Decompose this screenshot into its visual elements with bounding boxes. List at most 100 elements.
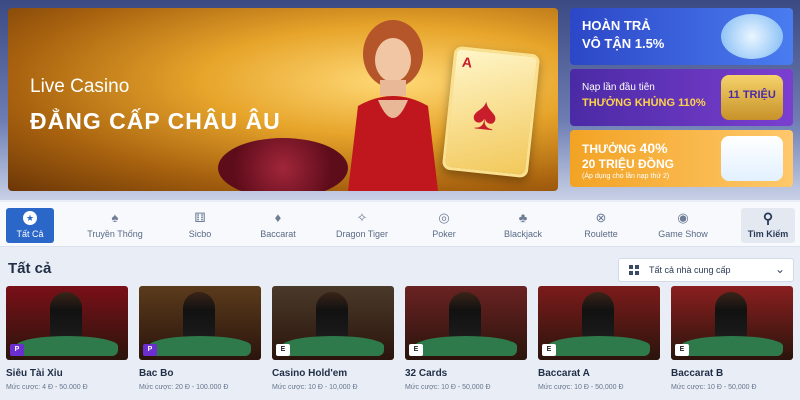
- game-bet-range: Mức cược: 20 Đ - 100.000 Đ: [139, 384, 229, 391]
- game-table-image: [548, 336, 650, 356]
- game-table-image: [282, 336, 384, 356]
- game-card[interactable]: E Baccarat B Mức cược: 10 Đ - 50,000 Đ: [671, 286, 793, 391]
- grid-icon: [629, 265, 639, 275]
- game-bet-range: Mức cược: 10 Đ - 10,000 Đ: [272, 384, 358, 391]
- promo-3-percent: 40%: [639, 140, 668, 156]
- game-card[interactable]: P Siêu Tài Xỉu Mức cược: 4 Đ - 50.000 Đ: [6, 286, 128, 391]
- dealer-image: [50, 292, 82, 338]
- provider-logo-icon: P: [143, 344, 157, 356]
- provider-dropdown-label: Tất cả nhà cung cấp: [649, 265, 731, 275]
- promo-banner-second-deposit[interactable]: THƯỞNG 40% 20 TRIỆU ĐỒNG (Áp dụng cho lầ…: [570, 130, 793, 187]
- promo-3-line-3: (Áp dụng cho lần nạp thứ 2): [582, 173, 670, 180]
- roulette-chips-image: [218, 138, 348, 191]
- promo-1-line-2: VÔ TẬN 1.5%: [582, 36, 665, 51]
- promo-3-line-2: 20 TRIỆU ĐỒNG: [582, 157, 675, 171]
- gift-box-icon: [721, 136, 783, 181]
- game-bet-range: Mức cược: 10 Đ - 50,000 Đ: [405, 384, 491, 391]
- game-card[interactable]: P Bac Bo Mức cược: 20 Đ - 100.000 Đ: [139, 286, 261, 391]
- game-thumbnail[interactable]: P: [6, 286, 128, 360]
- game-bet-range: Mức cược: 4 Đ - 50.000 Đ: [6, 384, 88, 391]
- tab-label: Sicbo: [188, 229, 212, 239]
- tab-poker[interactable]: ◎ Poker: [424, 208, 464, 243]
- provider-logo-icon: P: [10, 344, 24, 356]
- tab-label: Baccarat: [260, 229, 296, 239]
- game-table-image: [149, 336, 251, 356]
- category-bar: ★ Tất Cả ♠ Truyền Thống ⚅ Sicbo ♦ Baccar…: [0, 202, 800, 247]
- baccarat-icon: ♦: [274, 210, 282, 225]
- game-bet-range: Mức cược: 10 Đ - 50,000 Đ: [538, 384, 624, 391]
- promo-2-line-1: Nạp lần đầu tiên: [582, 82, 655, 93]
- tab-dragon-tiger[interactable]: ✧ Dragon Tiger: [334, 208, 390, 243]
- tab-label: Truyền Thống: [87, 229, 143, 239]
- dealer-image: [183, 292, 215, 338]
- provider-logo-icon: E: [276, 344, 290, 356]
- tab-game-show[interactable]: ◉ Game Show: [656, 208, 710, 243]
- provider-dropdown[interactable]: Tất cả nhà cung cấp ⌄: [618, 258, 794, 282]
- hero-banner[interactable]: Live Casino ĐẲNG CẤP CHÂU ÂU A ♠: [8, 8, 558, 191]
- dealer-woman-image: [348, 20, 438, 191]
- dice-icon: ⚅: [194, 210, 206, 225]
- search-button[interactable]: ⚲ Tìm Kiếm: [741, 208, 795, 243]
- game-name[interactable]: 32 Cards: [405, 368, 527, 379]
- dragon-icon: ✧: [356, 210, 368, 225]
- game-table-image: [415, 336, 517, 356]
- roulette-icon: ⊗: [595, 210, 607, 225]
- game-card[interactable]: E 32 Cards Mức cược: 10 Đ - 50,000 Đ: [405, 286, 527, 391]
- tab-label: Dragon Tiger: [335, 229, 389, 239]
- tab-sicbo[interactable]: ⚅ Sicbo: [178, 208, 222, 243]
- tab-label: Game Show: [658, 229, 708, 239]
- game-card[interactable]: E Baccarat A Mức cược: 10 Đ - 50,000 Đ: [538, 286, 660, 391]
- game-thumbnail[interactable]: P: [139, 286, 261, 360]
- provider-logo-icon: E: [675, 344, 689, 356]
- dealer-image: [715, 292, 747, 338]
- tab-blackjack[interactable]: ♣ Blackjack: [498, 208, 548, 243]
- dealer-image: [449, 292, 481, 338]
- section-title: Tất cả: [8, 260, 52, 277]
- chevron-down-icon: ⌄: [774, 262, 785, 276]
- tab-label: Poker: [432, 229, 456, 239]
- promo-1-line-1: HOÀN TRẢ: [582, 18, 651, 33]
- game-table-image: [16, 336, 118, 356]
- tab-roulette[interactable]: ⊗ Roulette: [578, 208, 624, 243]
- tab-label: Roulette: [584, 229, 618, 239]
- tab-label: Tất Cả: [16, 229, 44, 239]
- game-thumbnail[interactable]: E: [272, 286, 394, 360]
- hero-title: Live Casino: [30, 76, 130, 97]
- promo-banner-first-deposit[interactable]: Nạp lần đầu tiên THƯỞNG KHỦNG 110% 11 TR…: [570, 69, 793, 126]
- tab-all[interactable]: ★ Tất Cả: [6, 208, 54, 243]
- search-icon: ⚲: [762, 210, 774, 226]
- game-table-image: [681, 336, 783, 356]
- game-show-icon: ◉: [677, 210, 689, 225]
- star-icon: ★: [23, 211, 37, 225]
- game-bet-range: Mức cược: 10 Đ - 50,000 Đ: [671, 384, 757, 391]
- tab-baccarat[interactable]: ♦ Baccarat: [254, 208, 302, 243]
- provider-logo-icon: E: [542, 344, 556, 356]
- promo-banner-cashback[interactable]: HOÀN TRẢ VÔ TẬN 1.5%: [570, 8, 793, 65]
- cards-icon: ♠: [111, 210, 119, 225]
- game-thumbnail[interactable]: E: [405, 286, 527, 360]
- ace-of-spades-card-image: A ♠: [441, 45, 541, 179]
- provider-logo-icon: E: [409, 344, 423, 356]
- promo-3-line-1: THƯỞNG 40%: [582, 140, 668, 156]
- dealer-image: [316, 292, 348, 338]
- poker-chip-icon: ◎: [438, 210, 450, 225]
- tab-truyen-thong[interactable]: ♠ Truyền Thống: [82, 208, 148, 243]
- banner-area: Live Casino ĐẲNG CẤP CHÂU ÂU A ♠ HOÀN TR…: [0, 0, 800, 200]
- game-name[interactable]: Siêu Tài Xỉu: [6, 368, 128, 379]
- promo-3-prefix: THƯỞNG: [582, 142, 637, 156]
- blackjack-icon: ♣: [518, 210, 528, 225]
- ticket-icon: [721, 14, 783, 59]
- game-name[interactable]: Baccarat A: [538, 368, 660, 379]
- hero-subtitle: ĐẲNG CẤP CHÂU ÂU: [30, 108, 281, 134]
- search-label: Tìm Kiếm: [747, 229, 789, 239]
- million-trophy-icon: 11 TRIỆU: [721, 75, 783, 120]
- game-name[interactable]: Bac Bo: [139, 368, 261, 379]
- game-thumbnail[interactable]: E: [671, 286, 793, 360]
- game-thumbnail[interactable]: E: [538, 286, 660, 360]
- game-name[interactable]: Casino Hold'em: [272, 368, 394, 379]
- tab-label: Blackjack: [503, 229, 542, 239]
- promo-2-deco-text: 11 TRIỆU: [728, 89, 776, 101]
- game-card[interactable]: E Casino Hold'em Mức cược: 10 Đ - 10,000 Đ: [272, 286, 394, 391]
- dealer-image: [582, 292, 614, 338]
- game-name[interactable]: Baccarat B: [671, 368, 793, 379]
